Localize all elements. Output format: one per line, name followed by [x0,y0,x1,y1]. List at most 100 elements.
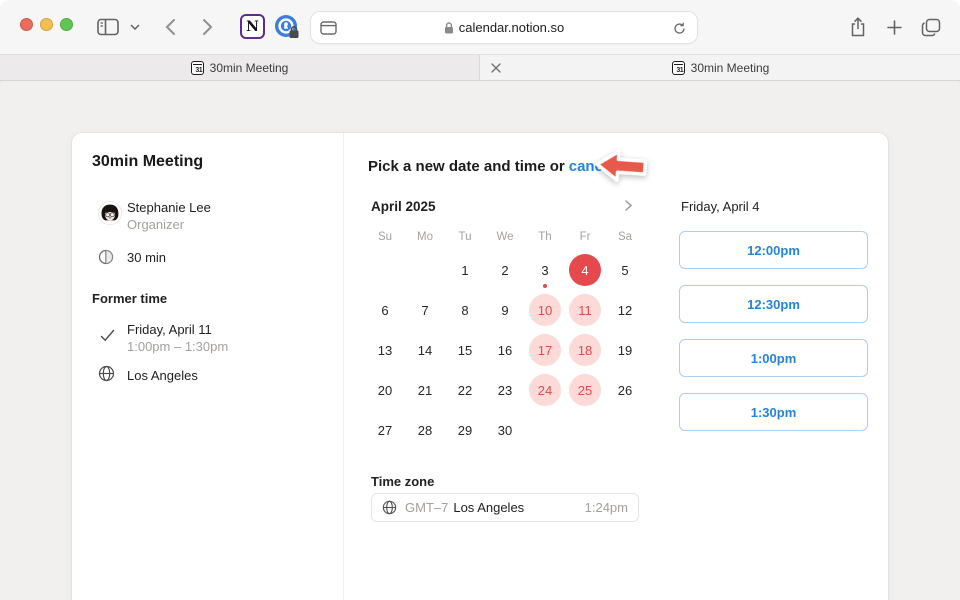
chevron-right-icon [625,200,632,211]
calendar-day[interactable]: 23 [485,370,525,410]
calendar-day[interactable]: 9 [485,290,525,330]
calendar-day-number: 2 [489,254,521,286]
onepassword-extension-button[interactable] [273,13,301,41]
calendar-day[interactable]: 27 [365,410,405,450]
calendar-day[interactable]: 10 [525,290,565,330]
calendar-day[interactable]: 22 [445,370,485,410]
calendar-day[interactable]: 7 [405,290,445,330]
calendar-day-number: 25 [569,374,601,406]
time-slot-button[interactable]: 1:30pm [679,393,868,431]
url-text[interactable]: calendar.notion.so [459,20,565,35]
calendar-day-number: 22 [449,374,481,406]
calendar-day[interactable]: 1 [445,250,485,290]
calendar-day[interactable]: 16 [485,330,525,370]
calendar-day-number: 15 [449,334,481,366]
calendar-day[interactable]: 15 [445,330,485,370]
duration-icon [98,249,114,265]
calendar-day-number: 28 [409,414,441,446]
calendar-empty-cell [405,250,445,290]
timezone-label: Time zone [371,474,434,489]
calendar-day[interactable]: 28 [405,410,445,450]
calendar-day[interactable]: 21 [405,370,445,410]
calendar-day-number: 30 [489,414,521,446]
calendar-day[interactable]: 19 [605,330,645,370]
reload-button[interactable] [669,18,689,38]
forward-button[interactable] [195,14,219,40]
timezone-selector[interactable]: GMT–7 Los Angeles 1:24pm [371,493,639,522]
calendar-day[interactable]: 2 [485,250,525,290]
calendar-day-number: 6 [369,294,401,326]
calendar-day[interactable]: 3 [525,250,565,290]
close-tab-button[interactable] [485,55,507,80]
url-bar[interactable]: calendar.notion.so [310,11,698,44]
calendar-empty-cell [365,250,405,290]
calendar-day[interactable]: 29 [445,410,485,450]
reload-icon [673,22,686,35]
calendar-day-number: 4 [569,254,601,286]
next-month-button[interactable] [618,195,638,215]
tab-30min-meeting-1[interactable]: 31 30min Meeting [0,55,480,80]
calendar-day[interactable]: 18 [565,330,605,370]
calendar-day-number: 5 [609,254,641,286]
tab-overview-icon [921,18,941,37]
calendar-day[interactable]: 13 [365,330,405,370]
new-tab-button[interactable] [882,14,906,40]
close-traffic-light[interactable] [20,18,33,31]
tab-label: 30min Meeting [691,61,770,75]
meeting-location: Los Angeles [127,368,198,383]
tab-overview-button[interactable] [917,13,945,41]
weekday-label: Sa [605,224,645,250]
calendar-day[interactable]: 24 [525,370,565,410]
calendar-day-number: 29 [449,414,481,446]
sidebar-toggle-button[interactable] [94,14,122,40]
back-button[interactable] [158,14,182,40]
calendar-day[interactable]: 6 [365,290,405,330]
calendar-day-number: 11 [569,294,601,326]
calendar-day[interactable]: 4 [565,250,605,290]
weekday-label: We [485,224,525,250]
organizer-avatar [98,201,122,225]
former-time-label: Former time [92,291,167,306]
tab-bar: 31 30min Meeting 31 30min Meeting [0,55,960,81]
time-slot-button[interactable]: 12:00pm [679,231,868,269]
time-slot-button[interactable]: 12:30pm [679,285,868,323]
calendar-day[interactable]: 17 [525,330,565,370]
calendar-day[interactable]: 30 [485,410,525,450]
calendar-day-number: 26 [609,374,641,406]
calendar-day-number: 10 [529,294,561,326]
organizer-role: Organizer [127,217,184,232]
notion-extension-icon[interactable]: N [240,14,265,39]
weekday-label: Tu [445,224,485,250]
minimize-traffic-light[interactable] [40,18,53,31]
share-button[interactable] [845,13,871,41]
browser-toolbar: N [0,0,960,55]
timezone-gmt: GMT–7 [405,500,448,515]
calendar-day-number: 21 [409,374,441,406]
tab-label: 30min Meeting [210,61,289,75]
calendar-day[interactable]: 11 [565,290,605,330]
former-date: Friday, April 11 [127,322,212,337]
globe-icon [98,365,115,382]
calendar-day[interactable]: 25 [565,370,605,410]
sidebar-menu-chevron[interactable] [127,20,143,34]
zoom-traffic-light[interactable] [60,18,73,31]
timezone-current-time: 1:24pm [585,500,628,515]
globe-icon [382,500,397,515]
calendar-day[interactable]: 20 [365,370,405,410]
calendar-day[interactable]: 26 [605,370,645,410]
calendar-day-number: 27 [369,414,401,446]
calendar-day[interactable]: 12 [605,290,645,330]
calendar-weekday-row: SuMoTuWeThFrSa [365,224,645,250]
calendar-day-number: 9 [489,294,521,326]
calendar-day[interactable]: 8 [445,290,485,330]
meeting-title: 30min Meeting [92,153,203,171]
calendar-day-number: 24 [529,374,561,406]
tab-30min-meeting-2[interactable]: 31 30min Meeting [481,55,960,80]
weekday-label: Fr [565,224,605,250]
time-slot-button[interactable]: 1:00pm [679,339,868,377]
organizer-name: Stephanie Lee [127,200,211,215]
calendar-day[interactable]: 14 [405,330,445,370]
calendar-day[interactable]: 5 [605,250,645,290]
calendar-day-number: 1 [449,254,481,286]
tls-lock-icon [444,22,454,34]
